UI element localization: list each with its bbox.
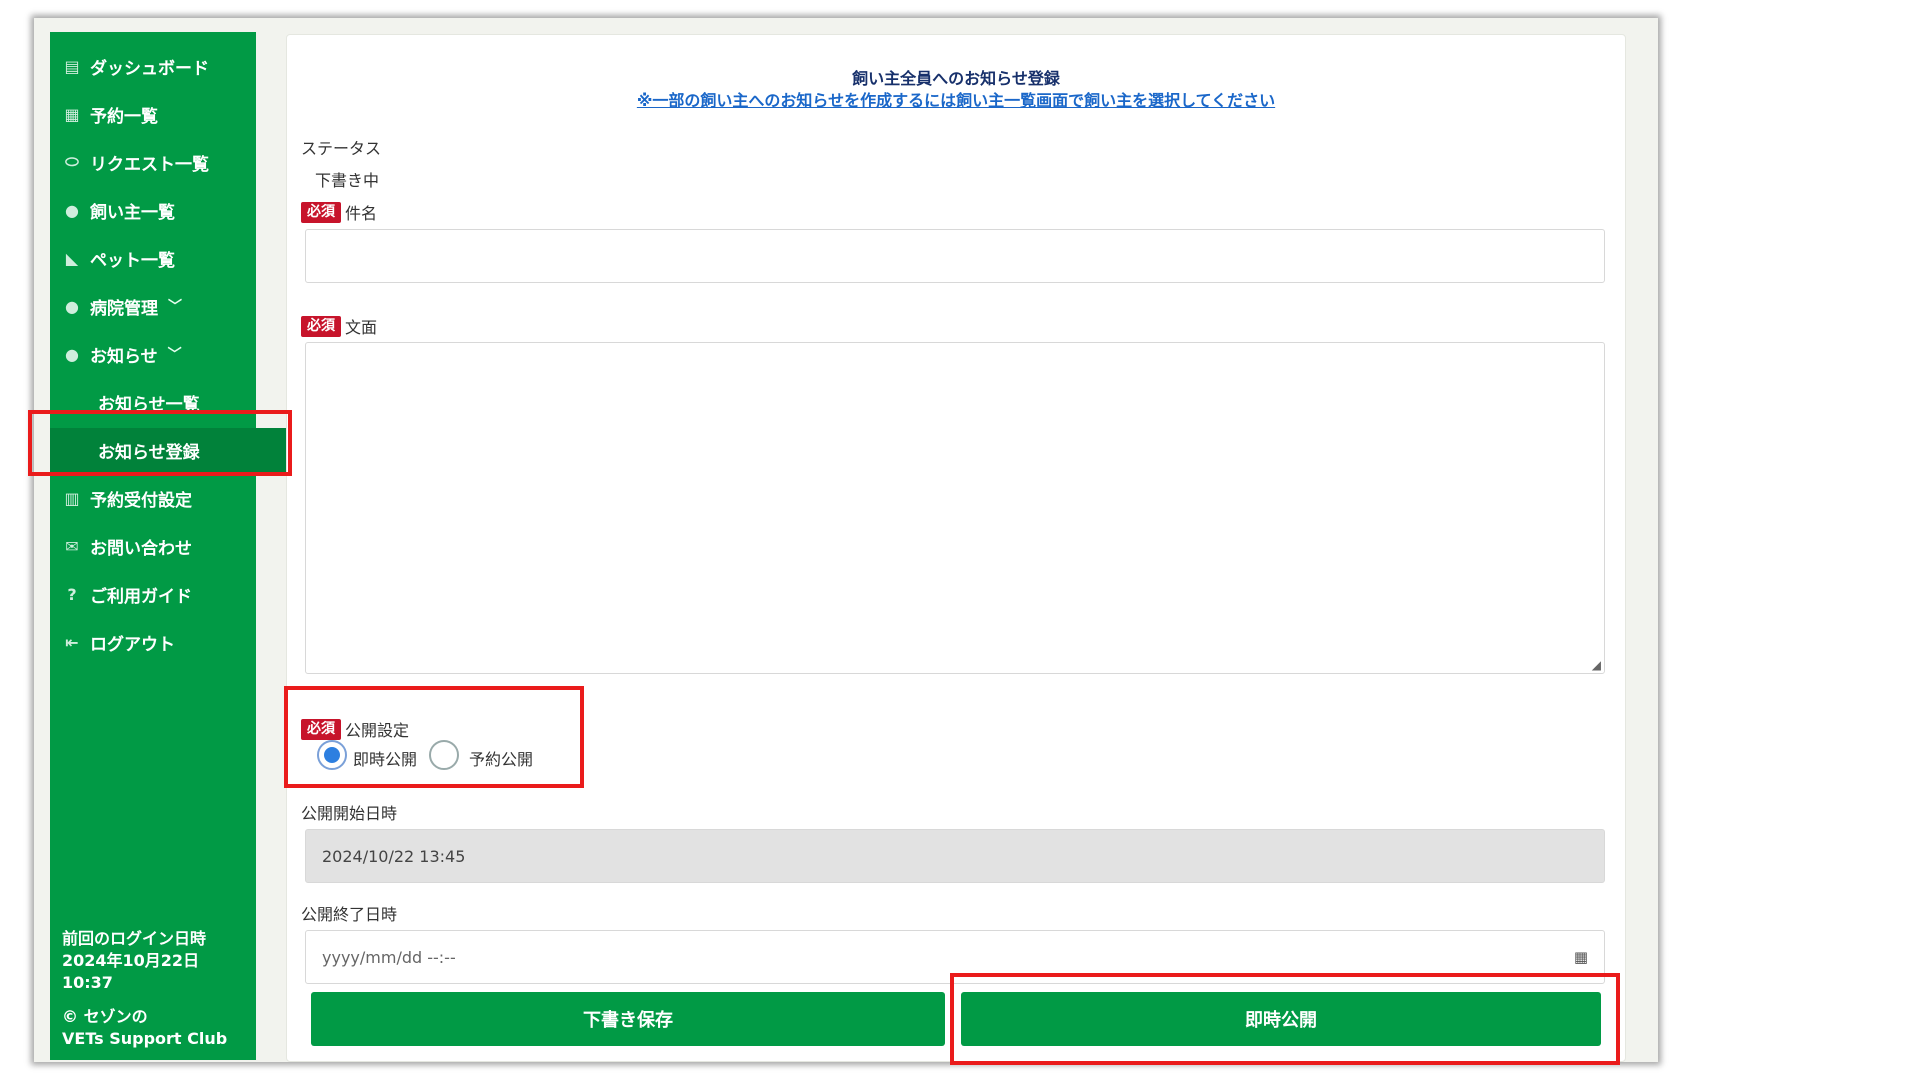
- pill-icon: ⬭: [65, 152, 79, 171]
- sidebar-item-guide[interactable]: ? ご利用ガイド: [50, 572, 256, 616]
- body-label-row: 必須 文面: [301, 314, 377, 338]
- last-login-label: 前回のログイン日時: [62, 929, 207, 948]
- sidebar-item-label: ご利用ガイド: [90, 586, 192, 607]
- sidebar-item-label: ダッシュボード: [90, 58, 209, 79]
- person-icon: ●: [65, 296, 79, 316]
- calendar-icon[interactable]: ▦: [1574, 948, 1588, 966]
- subject-label-row: 必須 件名: [301, 200, 377, 224]
- required-badge: 必須: [301, 315, 341, 337]
- start-datetime-value: 2024/10/22 13:45: [322, 846, 466, 866]
- end-datetime-placeholder: yyyy/mm/dd --:--: [322, 947, 456, 967]
- calendar-icon: ▦: [64, 104, 80, 124]
- sidebar-item-label: 予約受付設定: [90, 490, 192, 511]
- copyright-line: © セゾンの: [62, 1007, 148, 1026]
- owner-list-link[interactable]: ※一部の飼い主へのお知らせを作成するには飼い主一覧画面で飼い主を選択してください: [287, 87, 1625, 111]
- sidebar-item-label: お知らせ: [90, 346, 158, 367]
- sidebar-item-label: リクエスト一覧: [90, 154, 209, 175]
- sidebar-item-label: 病院管理: [90, 298, 158, 319]
- person-icon: ●: [65, 344, 79, 364]
- body-label: 文面: [345, 318, 378, 337]
- sidebar-item-logout[interactable]: ⇤ ログアウト: [50, 620, 256, 664]
- sidebar-item-requests[interactable]: ⬭ リクエスト一覧: [50, 140, 256, 184]
- subject-input[interactable]: [305, 229, 1605, 283]
- sidebar: ▤ ダッシュボード ▦ 予約一覧 ⬭ リクエスト一覧 ● 飼い主一覧 ◣ ペット…: [50, 32, 304, 1060]
- start-datetime-label: 公開開始日時: [301, 804, 398, 823]
- sidebar-item-label: ペット一覧: [90, 250, 175, 271]
- status-value: 下書き中: [315, 171, 380, 190]
- status-label: ステータス: [301, 139, 382, 158]
- body-textarea[interactable]: ◢: [305, 342, 1605, 674]
- sidebar-item-label: 予約一覧: [90, 106, 158, 127]
- logout-icon: ⇤: [65, 632, 79, 652]
- sidebar-item-contact[interactable]: ✉ お問い合わせ: [50, 524, 256, 568]
- resize-handle-icon[interactable]: ◢: [1592, 658, 1601, 672]
- copyright-line: VETs Support Club: [62, 1029, 228, 1048]
- page-title: 飼い主全員へのお知らせ登録: [852, 69, 1060, 88]
- sidebar-item-label: お問い合わせ: [90, 538, 192, 559]
- highlight-box: [28, 410, 292, 476]
- sidebar-item-pets[interactable]: ◣ ペット一覧: [50, 236, 256, 280]
- sidebar-item-label: ログアウト: [90, 634, 175, 655]
- last-login-time: 10:37: [62, 973, 113, 992]
- clipboard-icon: ▥: [64, 488, 80, 508]
- highlight-box: [950, 973, 1620, 1065]
- required-badge: 必須: [301, 201, 341, 223]
- last-login-info: 前回のログイン日時 2024年10月22日 10:37: [62, 928, 206, 994]
- sidebar-item-dashboard[interactable]: ▤ ダッシュボード: [50, 44, 256, 88]
- sidebar-item-news[interactable]: ● お知らせ ﹀: [50, 332, 256, 376]
- subject-label: 件名: [345, 204, 378, 223]
- person-icon: ●: [65, 200, 79, 220]
- help-icon: ?: [67, 584, 77, 604]
- sidebar-item-owners[interactable]: ● 飼い主一覧: [50, 188, 256, 232]
- sidebar-item-label: 飼い主一覧: [90, 202, 175, 223]
- sidebar-item-booking-settings[interactable]: ▥ 予約受付設定: [50, 476, 256, 520]
- save-draft-button[interactable]: 下書き保存: [311, 992, 945, 1046]
- dashboard-icon: ▤: [64, 56, 80, 76]
- mail-icon: ✉: [65, 536, 79, 556]
- start-datetime-input: 2024/10/22 13:45: [305, 829, 1605, 883]
- copyright: © セゾンの VETs Support Club: [62, 1006, 227, 1050]
- highlight-box: [284, 686, 584, 788]
- sidebar-item-hospital[interactable]: ● 病院管理 ﹀: [50, 284, 256, 328]
- main-panel: 飼い主全員へのお知らせ登録 ※一部の飼い主へのお知らせを作成するには飼い主一覧画…: [286, 34, 1626, 1062]
- pet-icon: ◣: [65, 248, 79, 268]
- last-login-date: 2024年10月22日: [62, 951, 200, 970]
- sidebar-item-reservations[interactable]: ▦ 予約一覧: [50, 92, 256, 136]
- end-datetime-label: 公開終了日時: [301, 905, 398, 924]
- chevron-down-icon: ﹀: [167, 347, 182, 363]
- chevron-down-icon: ﹀: [168, 299, 182, 315]
